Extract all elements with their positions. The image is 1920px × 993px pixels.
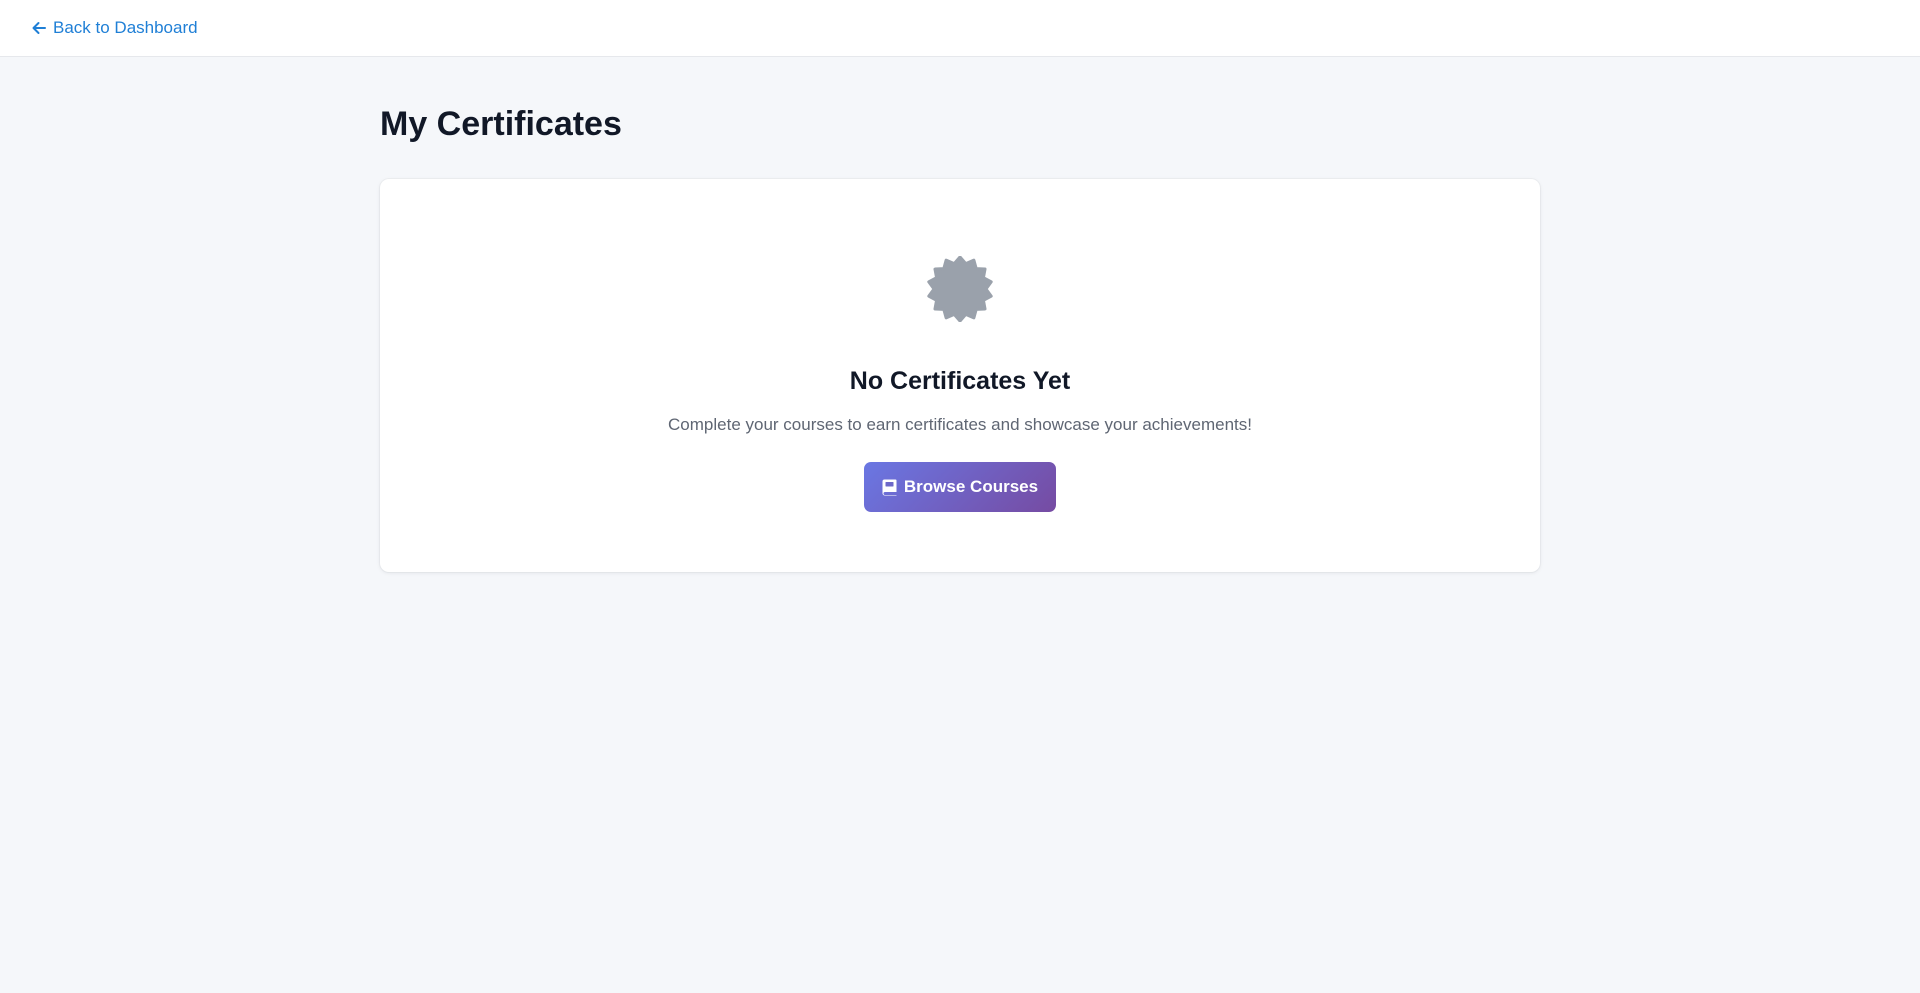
back-to-dashboard-link[interactable]: Back to Dashboard bbox=[31, 17, 198, 39]
top-bar: Back to Dashboard bbox=[0, 0, 1920, 57]
arrow-left-icon bbox=[31, 20, 47, 36]
back-link-label: Back to Dashboard bbox=[53, 18, 198, 37]
empty-state-description: Complete your courses to earn certificat… bbox=[668, 415, 1252, 434]
certificate-badge-icon bbox=[927, 255, 993, 323]
page-title: My Certificates bbox=[380, 105, 622, 143]
browse-courses-label: Browse Courses bbox=[903, 477, 1039, 496]
book-icon bbox=[882, 479, 897, 496]
empty-state-title: No Certificates Yet bbox=[849, 367, 1071, 395]
empty-state-card: No Certificates Yet Complete your course… bbox=[380, 179, 1540, 572]
browse-courses-button[interactable]: Browse Courses bbox=[864, 462, 1056, 512]
